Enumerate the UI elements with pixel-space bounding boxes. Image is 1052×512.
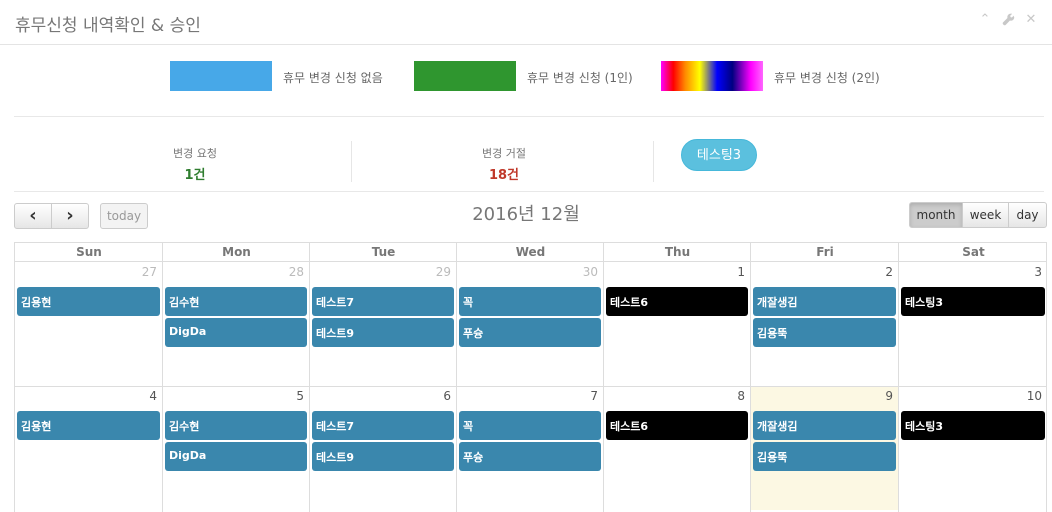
close-icon[interactable]: ✕ [1024, 13, 1038, 27]
view-week-button[interactable]: week [962, 202, 1009, 228]
calendar-event[interactable]: 테스트6 [606, 411, 748, 440]
calendar-event[interactable]: 테스트7 [312, 411, 454, 440]
day-number[interactable]: 27 [14, 265, 157, 279]
legend-label-one: 휴무 변경 신청 (1인) [527, 71, 633, 85]
panel-header: 휴무신청 내역확인 & 승인 ⌃ ✕ [0, 0, 1052, 45]
calendar-event[interactable]: 김용뚝 [753, 318, 896, 347]
legend-swatch-none [170, 61, 272, 91]
header-divider [750, 243, 751, 263]
day-header-mon: Mon [222, 245, 251, 259]
calendar-event[interactable]: 테스팅3 [901, 287, 1045, 316]
header-divider [898, 243, 899, 263]
day-header-sun: Sun [76, 245, 102, 259]
grid-column-line [162, 262, 163, 512]
day-header-thu: Thu [664, 245, 691, 259]
grid-column-line [456, 262, 457, 512]
calendar-event[interactable]: 테스트7 [312, 287, 454, 316]
calendar-event[interactable]: 김용현 [17, 411, 160, 440]
user-pill-button[interactable]: 테스팅3 [681, 139, 757, 171]
day-header-fri: Fri [816, 245, 834, 259]
stat-change-reject: 변경 거절 18건 [459, 145, 549, 183]
grid-row-line [14, 386, 1047, 387]
legend-swatch-one [414, 61, 516, 91]
grid-column-line [898, 262, 899, 512]
day-header-sat: Sat [962, 245, 985, 259]
day-number[interactable]: 30 [456, 265, 598, 279]
stat-divider [351, 141, 352, 182]
wrench-icon[interactable] [1001, 13, 1015, 27]
calendar-event[interactable]: 꼭 [459, 411, 601, 440]
day-number[interactable]: 29 [309, 265, 451, 279]
calendar-event[interactable]: 테스트6 [606, 287, 748, 316]
grid-column-line [603, 262, 604, 512]
view-day-button[interactable]: day [1008, 202, 1047, 228]
leave-approval-panel: 휴무신청 내역확인 & 승인 ⌃ ✕ 휴무 변경 신청 없음 휴무 변경 신청 … [0, 0, 1052, 512]
day-number[interactable]: 1 [603, 265, 745, 279]
calendar-event[interactable]: 김수현 [165, 287, 307, 316]
calendar-event[interactable]: 테스트9 [312, 442, 454, 471]
header-divider [456, 243, 457, 263]
calendar-event[interactable]: 김용뚝 [753, 442, 896, 471]
calendar-title: 2016년 12월 [472, 204, 580, 225]
calendar-event[interactable]: DigDa [165, 318, 307, 347]
view-month-button[interactable]: month [909, 202, 963, 228]
stat-change-request: 변경 요청 1건 [150, 145, 240, 183]
calendar-event[interactable]: 개잘생김 [753, 411, 896, 440]
header-divider [603, 243, 604, 263]
day-number[interactable]: 5 [162, 389, 304, 403]
day-number[interactable]: 2 [750, 265, 893, 279]
panel-tools: ⌃ ✕ [978, 13, 1038, 27]
panel-title: 휴무신청 내역확인 & 승인 [15, 16, 201, 36]
calendar-event[interactable]: 테스트9 [312, 318, 454, 347]
legend-label-none: 휴무 변경 신청 없음 [283, 71, 383, 85]
legend: 휴무 변경 신청 없음 휴무 변경 신청 (1인) 휴무 변경 신청 (2인) [0, 61, 1052, 92]
divider [14, 116, 1044, 117]
calendar-event[interactable]: DigDa [165, 442, 307, 471]
header-divider [162, 243, 163, 263]
divider [14, 191, 1044, 192]
legend-swatch-two [661, 61, 763, 91]
header-divider [309, 243, 310, 263]
stat-reject-label: 변경 거절 [482, 147, 526, 160]
day-header-wed: Wed [515, 245, 546, 259]
calendar-event[interactable]: 개잘생김 [753, 287, 896, 316]
day-number[interactable]: 6 [309, 389, 451, 403]
day-number[interactable]: 4 [14, 389, 157, 403]
grid-column-line [309, 262, 310, 512]
calendar-event[interactable]: 테스팅3 [901, 411, 1045, 440]
day-number[interactable]: 9 [750, 389, 893, 403]
calendar-event[interactable]: 김수현 [165, 411, 307, 440]
calendar-event[interactable]: 푸슝 [459, 318, 601, 347]
day-number[interactable]: 28 [162, 265, 304, 279]
calendar-event[interactable]: 푸슝 [459, 442, 601, 471]
calendar-event[interactable]: 꼭 [459, 287, 601, 316]
calendar-event[interactable]: 김용현 [17, 287, 160, 316]
grid-column-line [14, 262, 15, 512]
collapse-icon[interactable]: ⌃ [978, 13, 992, 27]
stat-reject-value: 18건 [488, 168, 520, 183]
grid-column-line [1046, 262, 1047, 512]
day-number[interactable]: 10 [898, 389, 1042, 403]
stat-request-label: 변경 요청 [173, 147, 217, 160]
day-number[interactable]: 8 [603, 389, 745, 403]
day-of-week-header: Sun Mon Tue Wed Thu Fri Sat [14, 242, 1047, 263]
stat-request-value: 1건 [184, 168, 206, 183]
day-header-tue: Tue [371, 245, 396, 259]
day-number[interactable]: 7 [456, 389, 598, 403]
stat-divider [653, 141, 654, 182]
legend-label-two: 휴무 변경 신청 (2인) [774, 71, 880, 85]
grid-column-line [750, 262, 751, 512]
day-number[interactable]: 3 [898, 265, 1042, 279]
